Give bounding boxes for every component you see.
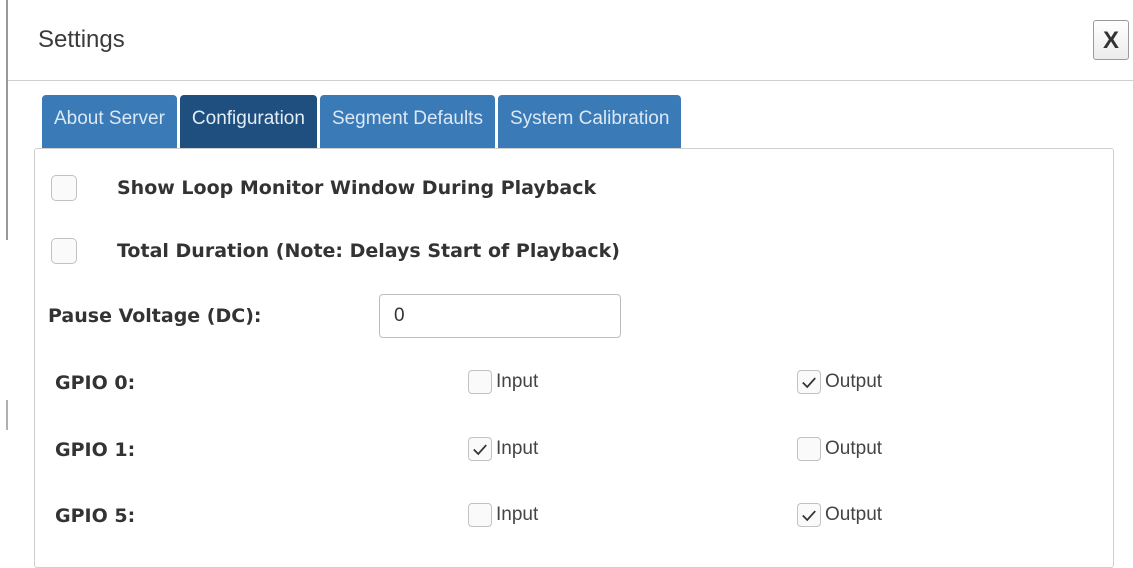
tab-system-calibration[interactable]: System Calibration [497,95,682,149]
gpio-5-input-label: Input [496,504,539,525]
gpio-label: GPIO 1: [55,439,136,461]
dialog-header: Settings X [8,0,1133,81]
tab-bar: About Server Configuration Segment Defau… [42,95,684,149]
pause-voltage-label: Pause Voltage (DC): [48,305,262,327]
gpio-0-input-label: Input [496,371,539,392]
close-icon: X [1102,27,1119,54]
settings-dialog: Settings X About Server Configuration Se… [0,0,1133,568]
total-duration-checkbox[interactable] [51,238,77,264]
checkmark-icon [802,509,816,521]
dialog-title: Settings [38,26,125,53]
gpio-1-input-checkbox[interactable] [468,437,492,461]
gpio-0-input-checkbox[interactable] [468,370,492,394]
gpio-5-input-option: Input [468,503,538,527]
gpio-5-output-checkbox[interactable] [797,503,821,527]
gpio-label: GPIO 0: [55,372,136,394]
loop-monitor-label: Show Loop Monitor Window During Playback [117,177,597,199]
checkmark-icon [473,443,487,455]
gpio-0-input-option: Input [468,370,538,394]
pause-voltage-input[interactable] [379,294,621,338]
total-duration-label: Total Duration (Note: Delays Start of Pl… [117,240,620,262]
gpio-0-output-label: Output [825,371,883,392]
gpio-row: GPIO 0: [55,372,135,394]
tab-configuration[interactable]: Configuration [179,95,317,149]
checkmark-icon [802,376,816,388]
pause-voltage-row: Pause Voltage (DC): [48,305,262,327]
gpio-5-output-option: Output [797,503,882,527]
gpio-5-input-checkbox[interactable] [468,503,492,527]
gpio-row: GPIO 5: [55,505,135,527]
loop-monitor-row: Show Loop Monitor Window During Playback [51,175,596,201]
gpio-1-output-option: Output [797,437,882,461]
gpio-1-output-checkbox[interactable] [797,437,821,461]
tab-segment-defaults[interactable]: Segment Defaults [319,95,495,149]
configuration-panel [34,148,1114,568]
gpio-1-input-option: Input [468,437,538,461]
gpio-0-output-checkbox[interactable] [797,370,821,394]
close-button[interactable]: X [1093,20,1129,60]
total-duration-row: Total Duration (Note: Delays Start of Pl… [51,238,620,264]
gpio-label: GPIO 5: [55,505,136,527]
gpio-1-output-label: Output [825,438,883,459]
gpio-5-output-label: Output [825,504,883,525]
gpio-0-output-option: Output [797,370,882,394]
gpio-row: GPIO 1: [55,439,135,461]
loop-monitor-checkbox[interactable] [51,175,77,201]
tab-about-server[interactable]: About Server [42,95,177,149]
window-edge-lower [6,400,8,430]
gpio-1-input-label: Input [496,438,539,459]
